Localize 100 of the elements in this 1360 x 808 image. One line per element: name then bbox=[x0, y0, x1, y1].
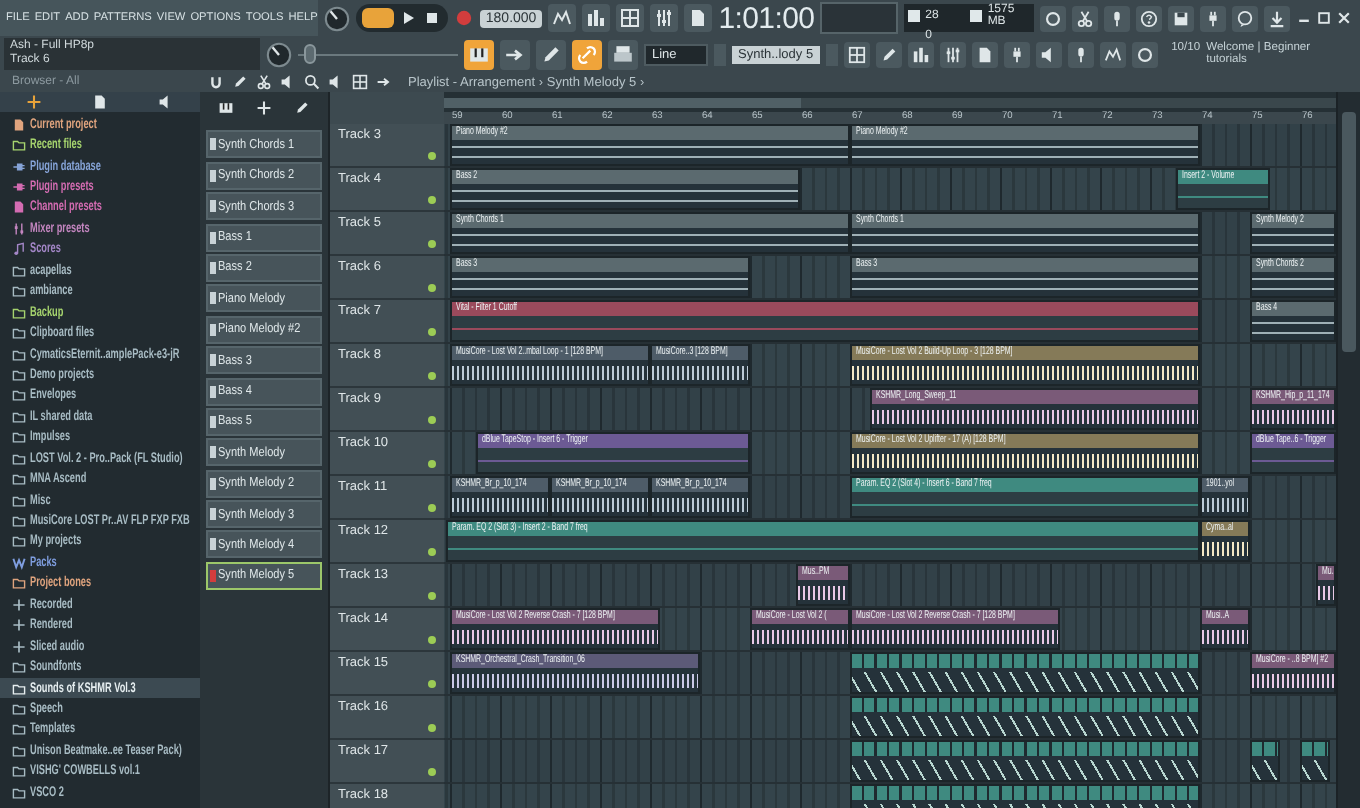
link-button[interactable] bbox=[572, 39, 602, 69]
track-status-icon[interactable] bbox=[428, 284, 436, 292]
arrow-icon[interactable] bbox=[376, 74, 392, 90]
piano-icon bbox=[468, 43, 490, 65]
track-status-icon[interactable] bbox=[428, 504, 436, 512]
folder-icon bbox=[12, 576, 26, 591]
track-status-icon[interactable] bbox=[428, 548, 436, 556]
playlist-button[interactable] bbox=[843, 41, 870, 67]
cycle-button[interactable] bbox=[1131, 41, 1158, 67]
track-status-icon[interactable] bbox=[428, 768, 436, 776]
automation-clip-strip[interactable] bbox=[1250, 740, 1280, 782]
pencil-icon bbox=[540, 43, 562, 65]
output-meter bbox=[820, 2, 898, 34]
grid-icon[interactable] bbox=[352, 74, 368, 90]
sliders-icon bbox=[654, 8, 675, 28]
track-status-icon[interactable] bbox=[428, 724, 436, 732]
track-status-icon[interactable] bbox=[428, 636, 436, 644]
piano-roll-icon bbox=[879, 45, 898, 63]
memory-icon bbox=[969, 10, 982, 22]
plus-icon bbox=[12, 618, 26, 633]
piano-button[interactable] bbox=[464, 39, 494, 69]
channel-rack-icon bbox=[911, 45, 930, 63]
magnet-icon[interactable] bbox=[208, 74, 224, 90]
track-status-icon[interactable] bbox=[428, 592, 436, 600]
mixer-button[interactable] bbox=[939, 41, 966, 67]
grid-icon bbox=[620, 8, 641, 28]
scrollbar[interactable] bbox=[1336, 92, 1360, 808]
wave-icon bbox=[12, 555, 26, 570]
file-icon bbox=[12, 117, 26, 132]
piano-roll-button[interactable] bbox=[875, 41, 902, 67]
plus-icon[interactable] bbox=[25, 94, 42, 110]
cpu-icon bbox=[907, 10, 920, 22]
track-status-icon[interactable] bbox=[428, 196, 436, 204]
sliders-icon bbox=[12, 221, 26, 236]
sliders-button[interactable] bbox=[650, 4, 679, 32]
track-status-icon[interactable] bbox=[428, 328, 436, 336]
slider-thumb[interactable] bbox=[304, 44, 317, 64]
scissors-icon[interactable] bbox=[256, 74, 272, 90]
scissors-button[interactable] bbox=[1072, 5, 1098, 31]
track-status-icon[interactable] bbox=[428, 460, 436, 468]
close-icon[interactable] bbox=[1336, 10, 1352, 26]
plug-icon bbox=[12, 159, 26, 174]
link-icon bbox=[576, 43, 598, 65]
maximize-icon[interactable] bbox=[1316, 10, 1332, 26]
chat-icon bbox=[1236, 9, 1254, 27]
track-status-icon[interactable] bbox=[428, 152, 436, 160]
plug-button[interactable] bbox=[1200, 5, 1226, 31]
disk-button[interactable] bbox=[1168, 5, 1194, 31]
scissors-icon bbox=[1076, 9, 1094, 27]
mic-button[interactable] bbox=[1104, 5, 1130, 31]
cycle-icon bbox=[1044, 9, 1062, 27]
track-status-icon[interactable] bbox=[428, 680, 436, 688]
bars-button[interactable] bbox=[582, 4, 611, 32]
mic-button[interactable] bbox=[1067, 41, 1094, 67]
help-button[interactable] bbox=[1136, 5, 1162, 31]
document-button[interactable] bbox=[684, 4, 713, 32]
mic-icon bbox=[1108, 9, 1126, 27]
mixer-icon bbox=[943, 45, 962, 63]
arrow-button[interactable] bbox=[500, 39, 530, 69]
piano-icon[interactable] bbox=[217, 100, 234, 116]
download-button[interactable] bbox=[1264, 5, 1290, 31]
track-status-icon[interactable] bbox=[428, 372, 436, 380]
wave-button[interactable] bbox=[1099, 41, 1126, 67]
help-icon bbox=[1140, 9, 1158, 27]
automation-clip-strip[interactable] bbox=[850, 740, 1200, 782]
automation-clip-strip[interactable] bbox=[850, 696, 1200, 738]
plus-icon bbox=[12, 639, 26, 654]
browser-icon bbox=[975, 45, 994, 63]
cycle-button[interactable] bbox=[1040, 5, 1066, 31]
overview-scrollbar[interactable] bbox=[444, 92, 1336, 112]
folder-icon bbox=[12, 138, 26, 153]
stop-button[interactable] bbox=[421, 8, 442, 28]
plus-icon bbox=[12, 597, 26, 612]
zoom-icon[interactable] bbox=[304, 74, 320, 90]
speaker-button[interactable] bbox=[1035, 41, 1062, 67]
automation-clip-strip[interactable] bbox=[850, 652, 1200, 694]
wave-button[interactable] bbox=[548, 4, 577, 32]
knob-icon[interactable] bbox=[266, 41, 292, 67]
channel-rack-button[interactable] bbox=[907, 41, 934, 67]
printer-icon bbox=[612, 43, 634, 65]
file-icon bbox=[12, 200, 26, 215]
plugin-icon bbox=[1007, 45, 1026, 63]
download-icon bbox=[1268, 9, 1286, 27]
knob-icon[interactable] bbox=[323, 5, 350, 31]
track-status-icon[interactable] bbox=[428, 416, 436, 424]
plug-icon bbox=[1204, 9, 1222, 27]
printer-button[interactable] bbox=[608, 39, 638, 69]
plug-icon bbox=[12, 180, 26, 195]
chat-button[interactable] bbox=[1232, 5, 1258, 31]
automation-clip-strip[interactable] bbox=[1300, 740, 1330, 782]
grid-button[interactable] bbox=[616, 4, 645, 32]
track-status-icon[interactable] bbox=[428, 240, 436, 248]
wave-icon bbox=[552, 8, 573, 28]
browser-button[interactable] bbox=[971, 41, 998, 67]
pencil-button[interactable] bbox=[536, 39, 566, 69]
document-icon bbox=[688, 8, 709, 28]
pencil-icon[interactable] bbox=[294, 100, 311, 116]
note-icon bbox=[12, 242, 26, 257]
plugin-button[interactable] bbox=[1003, 41, 1030, 67]
pattern-song-toggle[interactable] bbox=[361, 8, 394, 28]
